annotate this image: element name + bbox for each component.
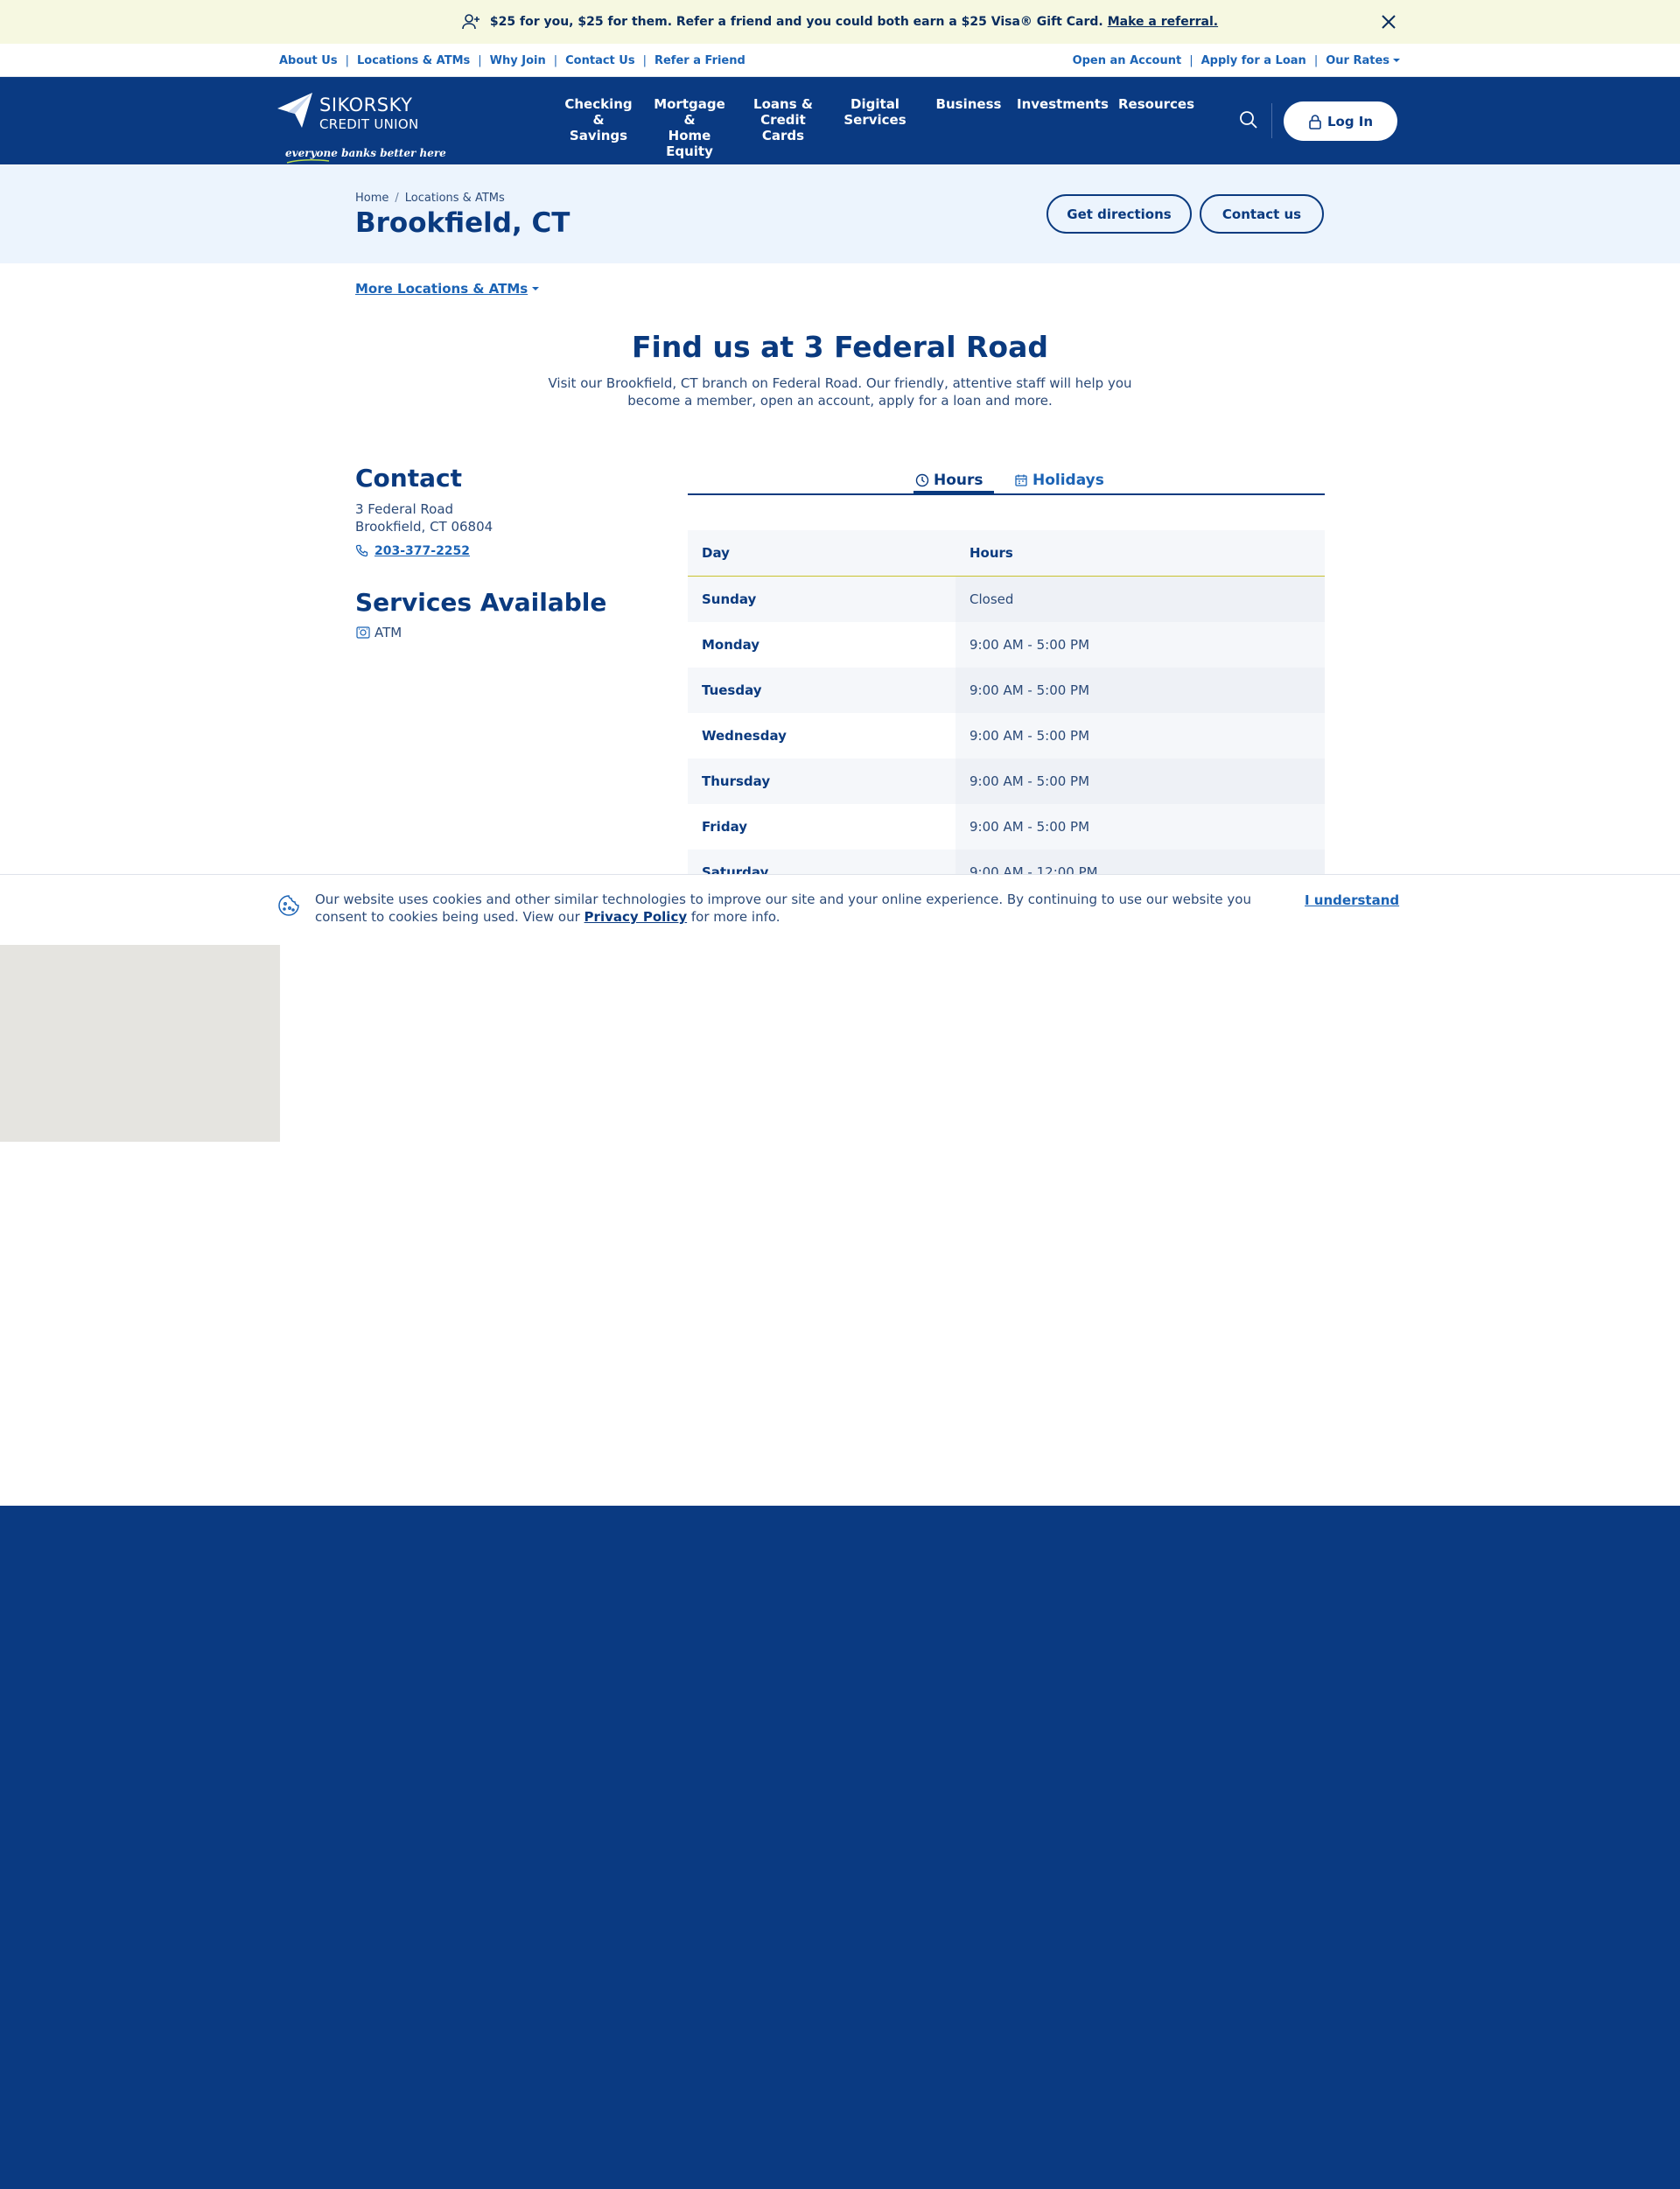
apply-loan-link[interactable]: Apply for a Loan [1201, 54, 1306, 67]
day-cell: Friday [688, 804, 956, 850]
address-line-2: Brookfield, CT 06804 [355, 519, 494, 535]
breadcrumb: Home / Locations & ATMs [355, 192, 505, 205]
main-header: SIKORSKY CREDIT UNION everyone banks bet… [0, 77, 1680, 164]
day-cell: Monday [688, 622, 956, 668]
phone-link[interactable]: 203-377-2252 [355, 544, 470, 558]
tab-hours[interactable]: Hours [915, 467, 984, 493]
tab-holidays[interactable]: Holidays [1014, 467, 1104, 493]
hours-cell: 9:00 AM - 5:00 PM [956, 759, 1325, 804]
swoosh-icon [286, 158, 330, 164]
locations-atms-link[interactable]: Locations & ATMs [357, 54, 470, 67]
get-directions-button[interactable]: Get directions [1046, 194, 1192, 234]
address: 3 Federal Road Brookfield, CT 06804 [355, 500, 493, 535]
utility-nav-right: Open an Account | Apply for a Loan | Our R… [1073, 44, 1400, 77]
utility-nav: About Us | Locations & ATMs | Why Join | Co… [0, 44, 1680, 77]
about-us-link[interactable]: About Us [279, 54, 338, 67]
table-row: Thursday 9:00 AM - 5:00 PM [688, 759, 1325, 804]
cookie-accept-button[interactable]: I understand [1305, 892, 1399, 908]
privacy-policy-link[interactable]: Privacy Policy [584, 909, 688, 925]
address-line-1: 3 Federal Road [355, 501, 454, 517]
contact-us-button[interactable]: Contact us [1200, 194, 1324, 234]
make-referral-link[interactable]: Make a referral. [1108, 15, 1218, 29]
day-cell: Sunday [688, 577, 956, 622]
calendar-icon [1014, 473, 1028, 487]
promo-bar: $25 for you, $25 for them. Refer a frien… [0, 0, 1680, 44]
contact-heading: Contact [355, 464, 462, 493]
table-row: Friday 9:00 AM - 5:00 PM [688, 804, 1325, 850]
search-icon[interactable] [1239, 110, 1258, 129]
login-button[interactable]: Log In [1284, 101, 1397, 141]
our-rates-dropdown[interactable]: Our Rates [1326, 54, 1400, 67]
service-item-atm: ATM [355, 625, 402, 640]
promo-content: $25 for you, $25 for them. Refer a frien… [462, 13, 1218, 31]
logo-tagline: everyone banks better here [285, 147, 446, 159]
table-row: Sunday Closed [688, 577, 1325, 622]
close-icon[interactable] [1378, 11, 1399, 32]
add-user-icon [462, 13, 481, 31]
caret-down-icon [1393, 59, 1400, 62]
logo-sub: CREDIT UNION [319, 116, 419, 132]
cookie-banner: Our website uses cookies and other simil… [0, 874, 1680, 944]
table-header-row: Day Hours [688, 530, 1325, 577]
nav-resources[interactable]: Resources [1118, 96, 1194, 112]
cookie-icon [277, 894, 300, 917]
contact-us-link[interactable]: Contact Us [565, 54, 634, 67]
why-join-link[interactable]: Why Join [490, 54, 546, 67]
open-account-link[interactable]: Open an Account [1073, 54, 1182, 67]
column-header-day: Day [688, 530, 956, 576]
phone-icon [355, 544, 369, 558]
nav-loans-credit-cards[interactable]: Loans & Credit Cards [740, 96, 826, 143]
day-cell: Wednesday [688, 713, 956, 759]
page-title: Brookfield, CT [355, 207, 570, 239]
logo[interactable]: SIKORSKY CREDIT UNION everyone banks bet… [276, 89, 446, 164]
refer-friend-link[interactable]: Refer a Friend [654, 54, 746, 67]
table-row: Monday 9:00 AM - 5:00 PM [688, 622, 1325, 668]
cookie-text: Our website uses cookies and other simil… [315, 892, 1251, 925]
services-heading: Services Available [355, 588, 607, 617]
lock-icon [1308, 114, 1322, 129]
atm-icon [355, 626, 371, 640]
location-hero: Home / Locations & ATMs Brookfield, CT G… [0, 165, 1680, 263]
hours-cell: 9:00 AM - 5:00 PM [956, 622, 1325, 668]
breadcrumb-home[interactable]: Home [355, 192, 388, 205]
hours-table: Day Hours Sunday Closed Monday 9:00 AM -… [688, 530, 1325, 895]
clock-icon [915, 473, 929, 487]
nav-investments[interactable]: Investments [1017, 96, 1109, 112]
footer [0, 1506, 1680, 2189]
table-row: Wednesday 9:00 AM - 5:00 PM [688, 713, 1325, 759]
hours-cell: 9:00 AM - 5:00 PM [956, 804, 1325, 850]
more-locations-dropdown[interactable]: More Locations & ATMs [355, 281, 540, 297]
nav-business[interactable]: Business [934, 96, 1004, 112]
hours-cell: Closed [956, 577, 1325, 622]
paper-plane-logo-icon [277, 93, 312, 128]
intro-text: Visit our Brookfield, CT branch on Feder… [548, 375, 1132, 409]
map-placeholder [0, 945, 280, 1142]
promo-text: $25 for you, $25 for them. Refer a frien… [489, 15, 1103, 29]
caret-down-icon [532, 287, 540, 290]
active-tab-indicator [914, 491, 994, 494]
header-divider [1271, 103, 1272, 138]
intro-title: Find us at 3 Federal Road [632, 330, 1048, 364]
table-row: Tuesday 9:00 AM - 5:00 PM [688, 668, 1325, 713]
hours-cell: 9:00 AM - 5:00 PM [956, 713, 1325, 759]
hours-tabs: Hours Holidays [688, 464, 1325, 495]
breadcrumb-locations[interactable]: Locations & ATMs [405, 192, 505, 205]
nav-checking-savings[interactable]: Checking & Savings [560, 96, 637, 143]
nav-mortgage-home-equity[interactable]: Mortgage & Home Equity [650, 96, 729, 159]
day-cell: Thursday [688, 759, 956, 804]
logo-brand: SIKORSKY [319, 94, 413, 115]
hours-cell: 9:00 AM - 5:00 PM [956, 668, 1325, 713]
column-header-hours: Hours [956, 530, 1325, 576]
utility-nav-left: About Us | Locations & ATMs | Why Join | Co… [279, 53, 746, 67]
day-cell: Tuesday [688, 668, 956, 713]
nav-digital-services[interactable]: Digital Services [843, 96, 907, 128]
